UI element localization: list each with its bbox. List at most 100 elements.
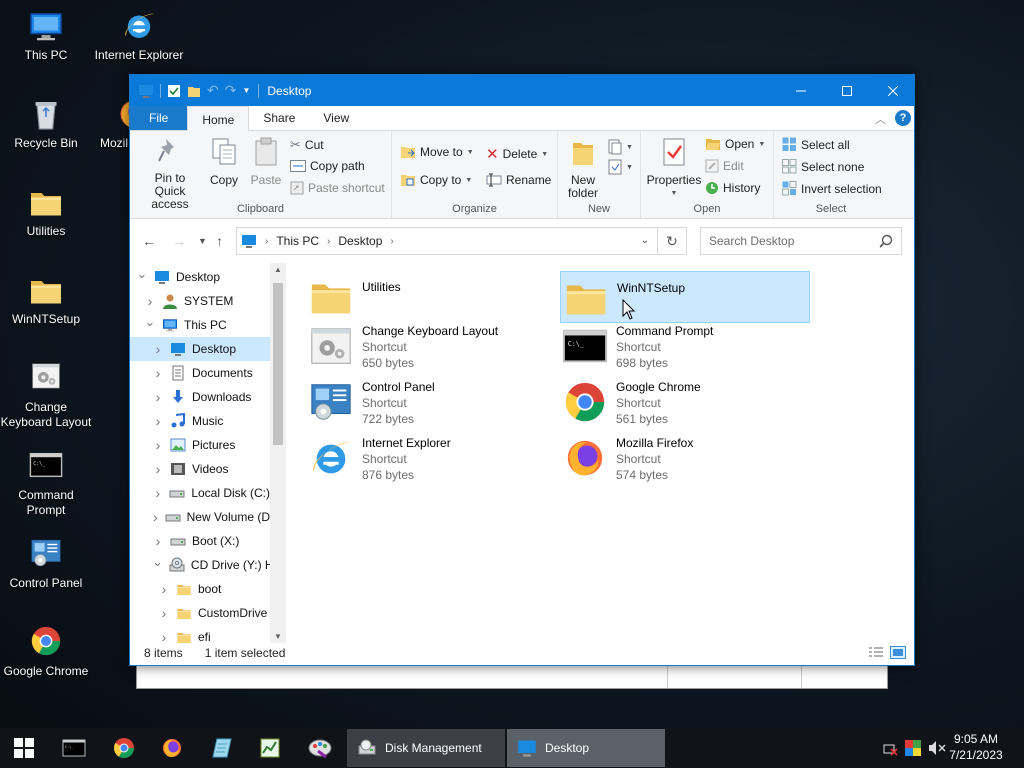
taskbar-firefox[interactable] (148, 728, 196, 768)
pin-to-quick-access-button[interactable]: Pin to Quick access (138, 137, 202, 211)
nav-item[interactable]: ⌄ This PC (130, 313, 270, 337)
help-icon[interactable]: ? (895, 110, 911, 126)
invert-selection-button[interactable]: Invert selection (782, 181, 882, 196)
recent-locations-button[interactable]: ▼ (198, 236, 207, 246)
collapse-ribbon-icon[interactable]: ︿ (875, 111, 886, 127)
file-item[interactable]: Internet Explorer Shortcut 876 bytes (306, 433, 556, 485)
customize-qat-icon[interactable]: ▼ (242, 86, 250, 95)
move-to-button[interactable]: Move to ▼ (400, 145, 474, 159)
tab-view[interactable]: View (309, 106, 363, 130)
tab-share[interactable]: Share (249, 106, 309, 130)
back-button[interactable]: ← (142, 233, 156, 249)
title-bar[interactable]: ↶ ↷ ▼ Desktop (130, 75, 914, 106)
taskbar-task-manager[interactable] (246, 728, 294, 768)
taskbar-disk-management[interactable]: Disk Management (347, 729, 505, 767)
nav-item[interactable]: ⌄ Desktop (130, 265, 270, 289)
up-button[interactable]: ↑ (216, 233, 223, 249)
edit-button[interactable]: Edit (705, 159, 744, 173)
nav-item[interactable]: › Pictures (130, 433, 270, 457)
desktop-icon-command-prompt[interactable]: Command Prompt (0, 448, 92, 518)
network-icon[interactable] (882, 740, 898, 759)
scrollbar-thumb[interactable] (273, 283, 283, 445)
copy-to-button[interactable]: Copy to ▼ (400, 173, 472, 187)
paste-shortcut-button[interactable]: Paste shortcut (290, 181, 385, 195)
chevron-right-icon[interactable]: › (152, 413, 164, 429)
taskbar-paint[interactable] (296, 728, 344, 768)
taskbar-command-prompt[interactable] (50, 728, 98, 768)
nav-item[interactable]: ⌄ CD Drive (Y:) H (130, 553, 270, 577)
undo-icon[interactable]: ↶ (207, 82, 219, 99)
desktop-icon-this-pc[interactable]: This PC (0, 8, 92, 63)
nav-item[interactable]: › SYSTEM (130, 289, 270, 313)
chevron-right-icon[interactable]: › (152, 533, 164, 549)
nav-item[interactable]: › Local Disk (C:) (130, 481, 270, 505)
chevron-right-icon[interactable]: › (152, 461, 164, 477)
chevron-right-icon[interactable]: › (152, 365, 164, 381)
file-item[interactable]: WinNTSetup (560, 271, 810, 323)
nav-item[interactable]: › boot (130, 577, 270, 601)
desktop-icon-winntsetup[interactable]: WinNTSetup (0, 272, 92, 327)
tab-home[interactable]: Home (187, 106, 250, 132)
chevron-right-icon[interactable]: › (152, 437, 164, 453)
clock-time[interactable]: 9:05 AM (946, 731, 1006, 747)
taskbar-chrome[interactable] (100, 728, 148, 768)
history-button[interactable]: History (705, 181, 760, 195)
volume-muted-icon[interactable] (928, 740, 946, 759)
desktop-icon-internet-explorer[interactable]: Internet Explorer (92, 8, 186, 63)
chevron-down-icon[interactable]: ⌄ (144, 314, 156, 330)
breadcrumb-this-pc[interactable]: This PC (276, 234, 319, 248)
maximize-button[interactable] (824, 75, 870, 106)
new-item-button[interactable]: ▼ (608, 139, 633, 155)
file-item[interactable]: Mozilla Firefox Shortcut 574 bytes (560, 433, 810, 485)
chevron-right-icon[interactable]: › (152, 485, 163, 501)
rename-button[interactable]: Rename (486, 173, 551, 187)
nav-item[interactable]: › Downloads (130, 385, 270, 409)
easy-access-button[interactable]: ▼ (608, 159, 633, 175)
delete-button[interactable]: ✕ Delete ▼ (486, 145, 548, 163)
chevron-down-icon[interactable]: ⌄ (136, 266, 148, 282)
properties-qat-icon[interactable] (167, 84, 181, 98)
select-none-button[interactable]: Select none (782, 159, 864, 174)
breadcrumb-separator-icon[interactable]: › (265, 236, 268, 247)
chevron-down-icon[interactable]: ⌄ (152, 554, 163, 570)
desktop-icon-recycle-bin[interactable]: Recycle Bin (0, 96, 92, 151)
redo-icon[interactable]: ↷ (225, 82, 237, 99)
open-button[interactable]: Open ▼ (705, 137, 765, 151)
chevron-right-icon[interactable]: › (158, 581, 170, 597)
nav-item[interactable]: › Boot (X:) (130, 529, 270, 553)
nav-item[interactable]: › Videos (130, 457, 270, 481)
copy-path-button[interactable]: Copy path (290, 159, 365, 173)
new-folder-qat-icon[interactable] (187, 84, 201, 98)
nav-item[interactable]: › Desktop (130, 337, 270, 361)
scroll-down-icon[interactable]: ▼ (274, 632, 282, 641)
desktop-icon-utilities[interactable]: Utilities (0, 184, 92, 239)
address-bar[interactable]: › This PC › Desktop › ⌄ (236, 227, 658, 255)
start-button[interactable] (0, 728, 48, 768)
taskbar-notepad[interactable] (198, 728, 246, 768)
file-item[interactable]: Change Keyboard Layout Shortcut 650 bytes (306, 321, 556, 373)
nav-item[interactable]: › CustomDrive (130, 601, 270, 625)
taskbar-desktop-explorer[interactable]: Desktop (507, 729, 665, 767)
forward-button[interactable]: → (172, 233, 186, 249)
file-item[interactable]: Google Chrome Shortcut 561 bytes (560, 377, 810, 429)
new-folder-button[interactable]: New folder (564, 137, 602, 200)
nav-item[interactable]: › Documents (130, 361, 270, 385)
minimize-button[interactable] (778, 75, 824, 106)
desktop-icon-change-keyboard-layout[interactable]: Change Keyboard Layout (0, 360, 92, 430)
nav-item[interactable]: › New Volume (D (130, 505, 270, 529)
chevron-right-icon[interactable]: › (152, 389, 164, 405)
nav-item[interactable]: › Music (130, 409, 270, 433)
file-item[interactable]: Utilities (306, 271, 556, 323)
paste-button[interactable]: Paste (248, 137, 284, 187)
file-item[interactable]: Control Panel Shortcut 722 bytes (306, 377, 556, 429)
search-input[interactable]: Search Desktop (700, 227, 902, 255)
properties-button[interactable]: Properties ▼ (645, 137, 703, 200)
color-icon[interactable] (905, 740, 921, 759)
details-view-icon[interactable] (868, 646, 884, 662)
chevron-right-icon[interactable]: › (144, 293, 156, 309)
copy-button[interactable]: Copy (208, 137, 240, 187)
select-all-button[interactable]: Select all (782, 137, 850, 152)
scroll-up-icon[interactable]: ▲ (274, 265, 282, 274)
cut-button[interactable]: ✂ Cut (290, 137, 324, 153)
breadcrumb-separator-icon[interactable]: › (327, 236, 330, 247)
